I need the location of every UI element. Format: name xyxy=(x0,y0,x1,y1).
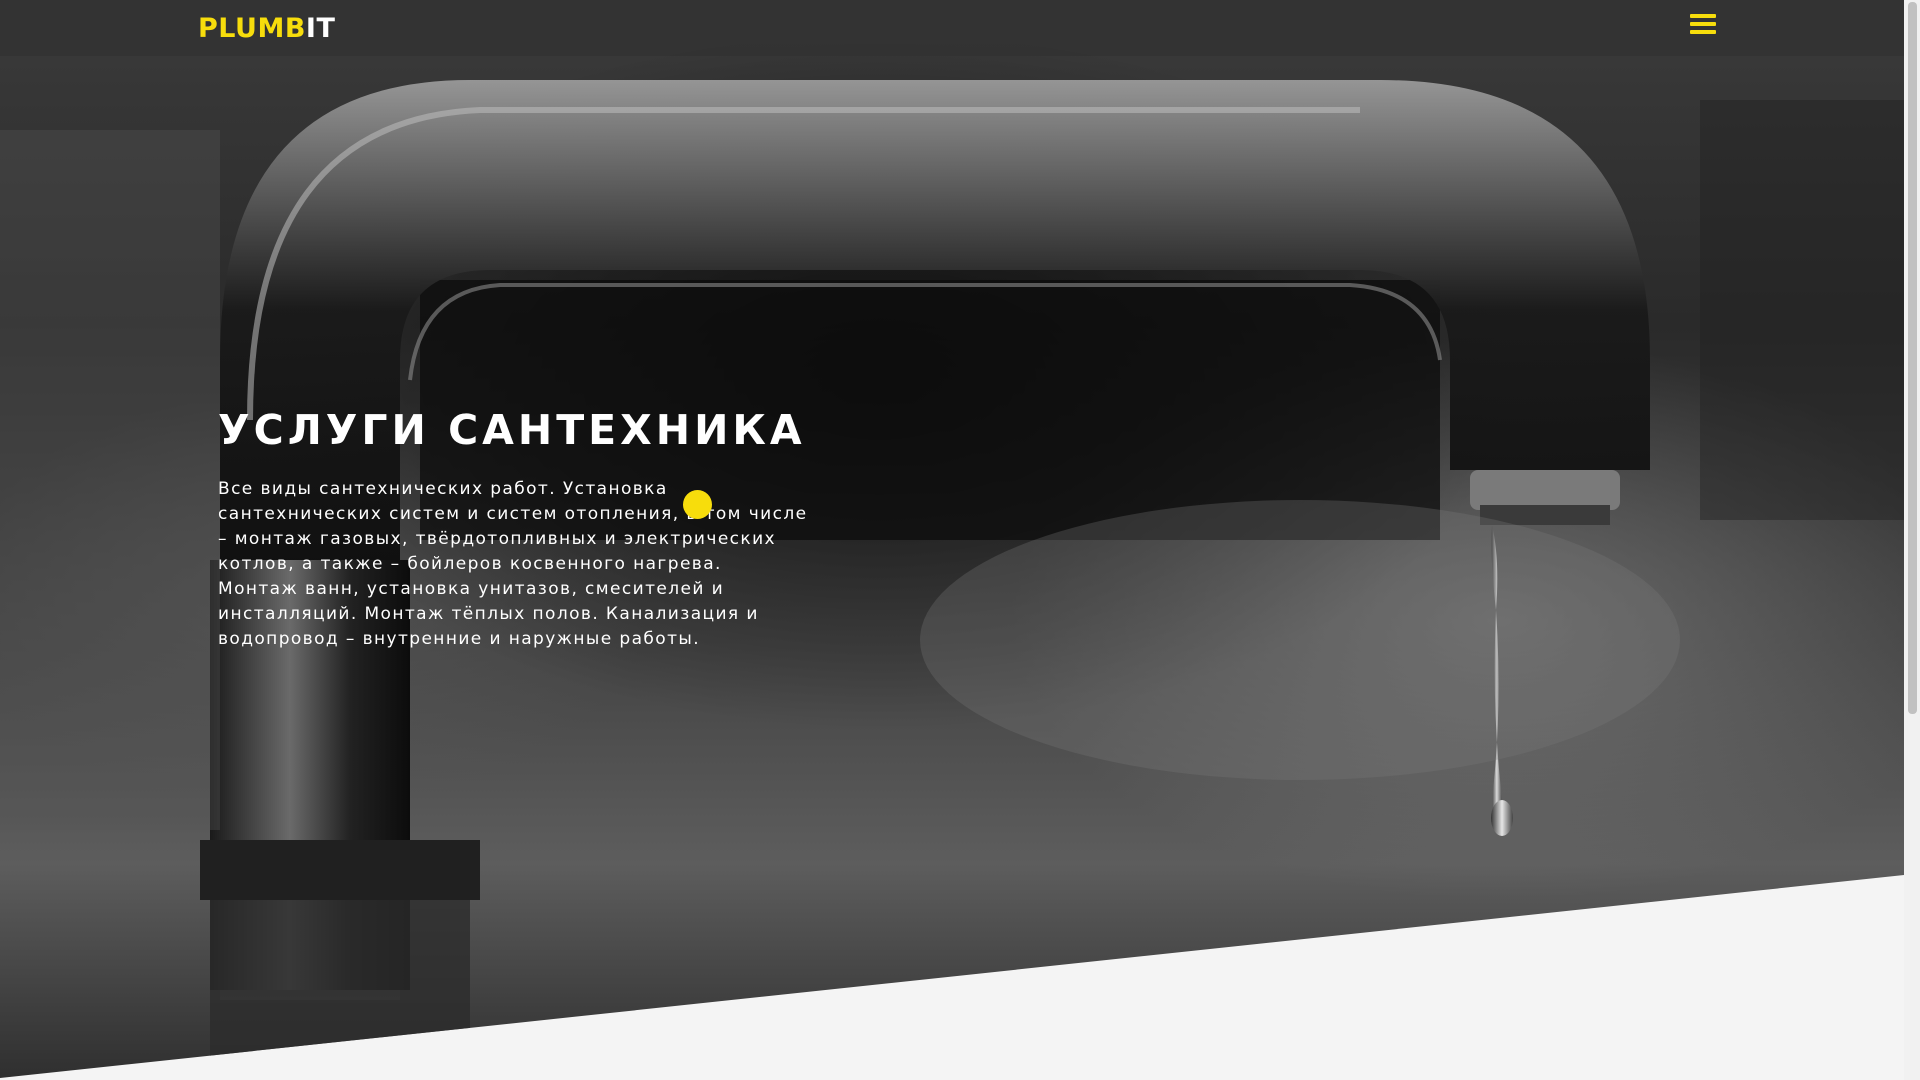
logo-accent-text: PLUMB xyxy=(198,13,306,44)
top-navbar: PLUMBIT xyxy=(0,0,1904,56)
vertical-scrollbar[interactable] xyxy=(1904,0,1920,1080)
hamburger-line xyxy=(1690,14,1716,18)
hamburger-line xyxy=(1690,30,1716,34)
hero-title: УСЛУГИ САНТЕХНИКА xyxy=(218,406,806,454)
scrollbar-thumb[interactable] xyxy=(1908,2,1917,714)
site-logo[interactable]: PLUMBIT xyxy=(198,12,335,46)
logo-rest-text: IT xyxy=(305,13,336,44)
cursor-dot xyxy=(683,490,712,519)
hero-description: Все виды сантехнических работ. Установка… xyxy=(218,479,808,649)
hamburger-line xyxy=(1690,22,1716,26)
hamburger-icon[interactable] xyxy=(1690,12,1716,36)
page: PLUMBIT УСЛУГИ САНТЕХНИКА Все виды санте… xyxy=(0,0,1920,1080)
